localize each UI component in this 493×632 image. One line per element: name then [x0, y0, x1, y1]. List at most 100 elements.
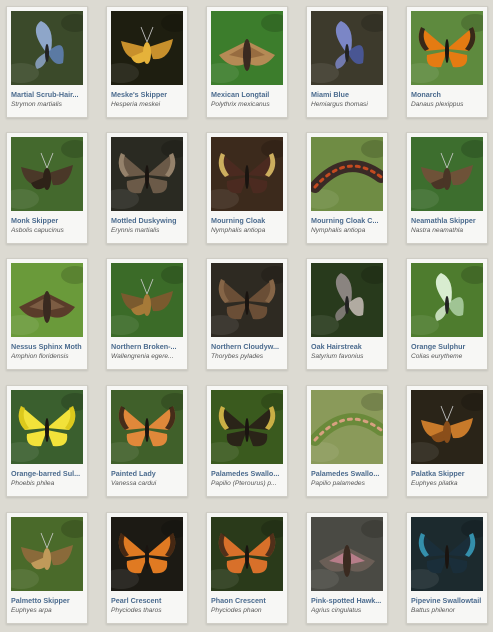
- species-card[interactable]: Monk Skipper Asbolis capucinus: [6, 132, 88, 244]
- species-scientific-name: Satyrium favonius: [311, 353, 364, 360]
- species-scientific-name: Papilio (Pterourus) p...: [211, 480, 277, 487]
- species-card[interactable]: Oak Hairstreak Satyrium favonius: [306, 258, 388, 370]
- species-scientific-name: Phyciodes tharos: [111, 607, 162, 614]
- species-common-name[interactable]: Phaon Crescent: [211, 596, 283, 605]
- species-photo[interactable]: [411, 390, 483, 464]
- species-common-name[interactable]: Mottled Duskywing: [111, 216, 183, 225]
- species-card[interactable]: Neamathla Skipper Nastra neamathla: [406, 132, 488, 244]
- species-card[interactable]: Mottled Duskywing Erynnis martialis: [106, 132, 188, 244]
- species-photo[interactable]: [11, 390, 83, 464]
- species-card[interactable]: Orange Sulphur Colias eurytheme: [406, 258, 488, 370]
- species-card[interactable]: Northern Broken-... Wallengrenia egere...: [106, 258, 188, 370]
- species-common-name[interactable]: Mourning Cloak C...: [311, 216, 383, 225]
- species-scientific-name: Phoebis philea: [11, 480, 55, 487]
- species-card[interactable]: Monarch Danaus plexippus: [406, 6, 488, 118]
- species-common-name[interactable]: Meske's Skipper: [111, 90, 183, 99]
- species-card[interactable]: Palamedes Swallo... Papilio palamedes: [306, 385, 388, 497]
- species-photo[interactable]: [311, 11, 383, 85]
- species-card[interactable]: Pearl Crescent Phyciodes tharos: [106, 512, 188, 624]
- species-photo[interactable]: [211, 11, 283, 85]
- species-card[interactable]: Painted Lady Vanessa cardui: [106, 385, 188, 497]
- species-photo[interactable]: [111, 137, 183, 211]
- species-scientific-name: Thorybes pylades: [211, 353, 264, 360]
- species-card[interactable]: Martial Scrub-Hair... Strymon martialis: [6, 6, 88, 118]
- species-scientific-name: Agrius cingulatus: [311, 607, 362, 614]
- species-card[interactable]: Nessus Sphinx Moth Amphion floridensis: [6, 258, 88, 370]
- species-scientific-name: Danaus plexippus: [411, 101, 464, 108]
- species-card[interactable]: Pipevine Swallowtail Battus philenor: [406, 512, 488, 624]
- species-common-name[interactable]: Palamedes Swallo...: [311, 469, 383, 478]
- species-common-name[interactable]: Mexican Longtail: [211, 90, 283, 99]
- species-common-name[interactable]: Monarch: [411, 90, 483, 99]
- species-card[interactable]: Palatka Skipper Euphyes pilatka: [406, 385, 488, 497]
- species-scientific-name: Battus philenor: [411, 607, 455, 614]
- species-common-name[interactable]: Oak Hairstreak: [311, 342, 383, 351]
- species-scientific-name: Vanessa cardui: [111, 480, 157, 487]
- species-scientific-name: Euphyes pilatka: [411, 480, 458, 487]
- species-common-name[interactable]: Miami Blue: [311, 90, 383, 99]
- species-common-name[interactable]: Palatka Skipper: [411, 469, 483, 478]
- species-scientific-name: Amphion floridensis: [11, 353, 69, 360]
- species-common-name[interactable]: Nessus Sphinx Moth: [11, 342, 83, 351]
- species-photo[interactable]: [411, 517, 483, 591]
- species-card[interactable]: Orange-barred Sul... Phoebis philea: [6, 385, 88, 497]
- species-photo[interactable]: [111, 517, 183, 591]
- species-scientific-name: Wallengrenia egere...: [111, 353, 174, 360]
- species-common-name[interactable]: Northern Cloudyw...: [211, 342, 283, 351]
- species-photo[interactable]: [311, 390, 383, 464]
- species-photo[interactable]: [411, 263, 483, 337]
- species-scientific-name: Nastra neamathla: [411, 227, 464, 234]
- species-common-name[interactable]: Palamedes Swallo...: [211, 469, 283, 478]
- species-photo[interactable]: [211, 137, 283, 211]
- species-card[interactable]: Phaon Crescent Phyciodes phaon: [206, 512, 288, 624]
- species-scientific-name: Hesperia meskei: [111, 101, 161, 108]
- species-common-name[interactable]: Mourning Cloak: [211, 216, 283, 225]
- species-common-name[interactable]: Painted Lady: [111, 469, 183, 478]
- species-common-name[interactable]: Neamathla Skipper: [411, 216, 483, 225]
- species-scientific-name: Nymphalis antiopa: [211, 227, 266, 234]
- species-photo[interactable]: [11, 11, 83, 85]
- species-photo[interactable]: [11, 263, 83, 337]
- species-scientific-name: Strymon martialis: [11, 101, 62, 108]
- species-card[interactable]: Meske's Skipper Hesperia meskei: [106, 6, 188, 118]
- species-scientific-name: Nymphalis antiopa: [311, 227, 366, 234]
- species-photo[interactable]: [411, 11, 483, 85]
- species-card[interactable]: Mourning Cloak C... Nymphalis antiopa: [306, 132, 388, 244]
- species-card[interactable]: Mexican Longtail Polythrix mexicanus: [206, 6, 288, 118]
- species-scientific-name: Hemiargus thomasi: [311, 101, 368, 108]
- species-common-name[interactable]: Palmetto Skipper: [11, 596, 83, 605]
- species-common-name[interactable]: Pearl Crescent: [111, 596, 183, 605]
- species-photo[interactable]: [211, 390, 283, 464]
- species-photo[interactable]: [411, 137, 483, 211]
- species-scientific-name: Euphyes arpa: [11, 607, 52, 614]
- species-common-name[interactable]: Orange-barred Sul...: [11, 469, 83, 478]
- species-card[interactable]: Miami Blue Hemiargus thomasi: [306, 6, 388, 118]
- species-photo[interactable]: [311, 517, 383, 591]
- species-photo[interactable]: [311, 137, 383, 211]
- species-card[interactable]: Northern Cloudyw... Thorybes pylades: [206, 258, 288, 370]
- species-card[interactable]: Pink-spotted Hawk... Agrius cingulatus: [306, 512, 388, 624]
- species-photo[interactable]: [311, 263, 383, 337]
- species-scientific-name: Colias eurytheme: [411, 353, 463, 360]
- species-photo[interactable]: [211, 517, 283, 591]
- species-photo[interactable]: [111, 11, 183, 85]
- species-common-name[interactable]: Orange Sulphur: [411, 342, 483, 351]
- species-common-name[interactable]: Pipevine Swallowtail: [411, 596, 483, 605]
- species-photo[interactable]: [11, 517, 83, 591]
- species-common-name[interactable]: Monk Skipper: [11, 216, 83, 225]
- species-card[interactable]: Palamedes Swallo... Papilio (Pterourus) p…: [206, 385, 288, 497]
- species-common-name[interactable]: Pink-spotted Hawk...: [311, 596, 383, 605]
- species-card[interactable]: Mourning Cloak Nymphalis antiopa: [206, 132, 288, 244]
- species-scientific-name: Erynnis martialis: [111, 227, 160, 234]
- species-common-name[interactable]: Martial Scrub-Hair...: [11, 90, 83, 99]
- species-scientific-name: Papilio palamedes: [311, 480, 365, 487]
- butterfly-gallery-grid: Martial Scrub-Hair... Strymon martialis Me…: [0, 0, 493, 632]
- species-photo[interactable]: [11, 137, 83, 211]
- species-photo[interactable]: [111, 263, 183, 337]
- species-common-name[interactable]: Northern Broken-...: [111, 342, 183, 351]
- species-card[interactable]: Palmetto Skipper Euphyes arpa: [6, 512, 88, 624]
- species-scientific-name: Phyciodes phaon: [211, 607, 262, 614]
- species-scientific-name: Asbolis capucinus: [11, 227, 64, 234]
- species-photo[interactable]: [211, 263, 283, 337]
- species-photo[interactable]: [111, 390, 183, 464]
